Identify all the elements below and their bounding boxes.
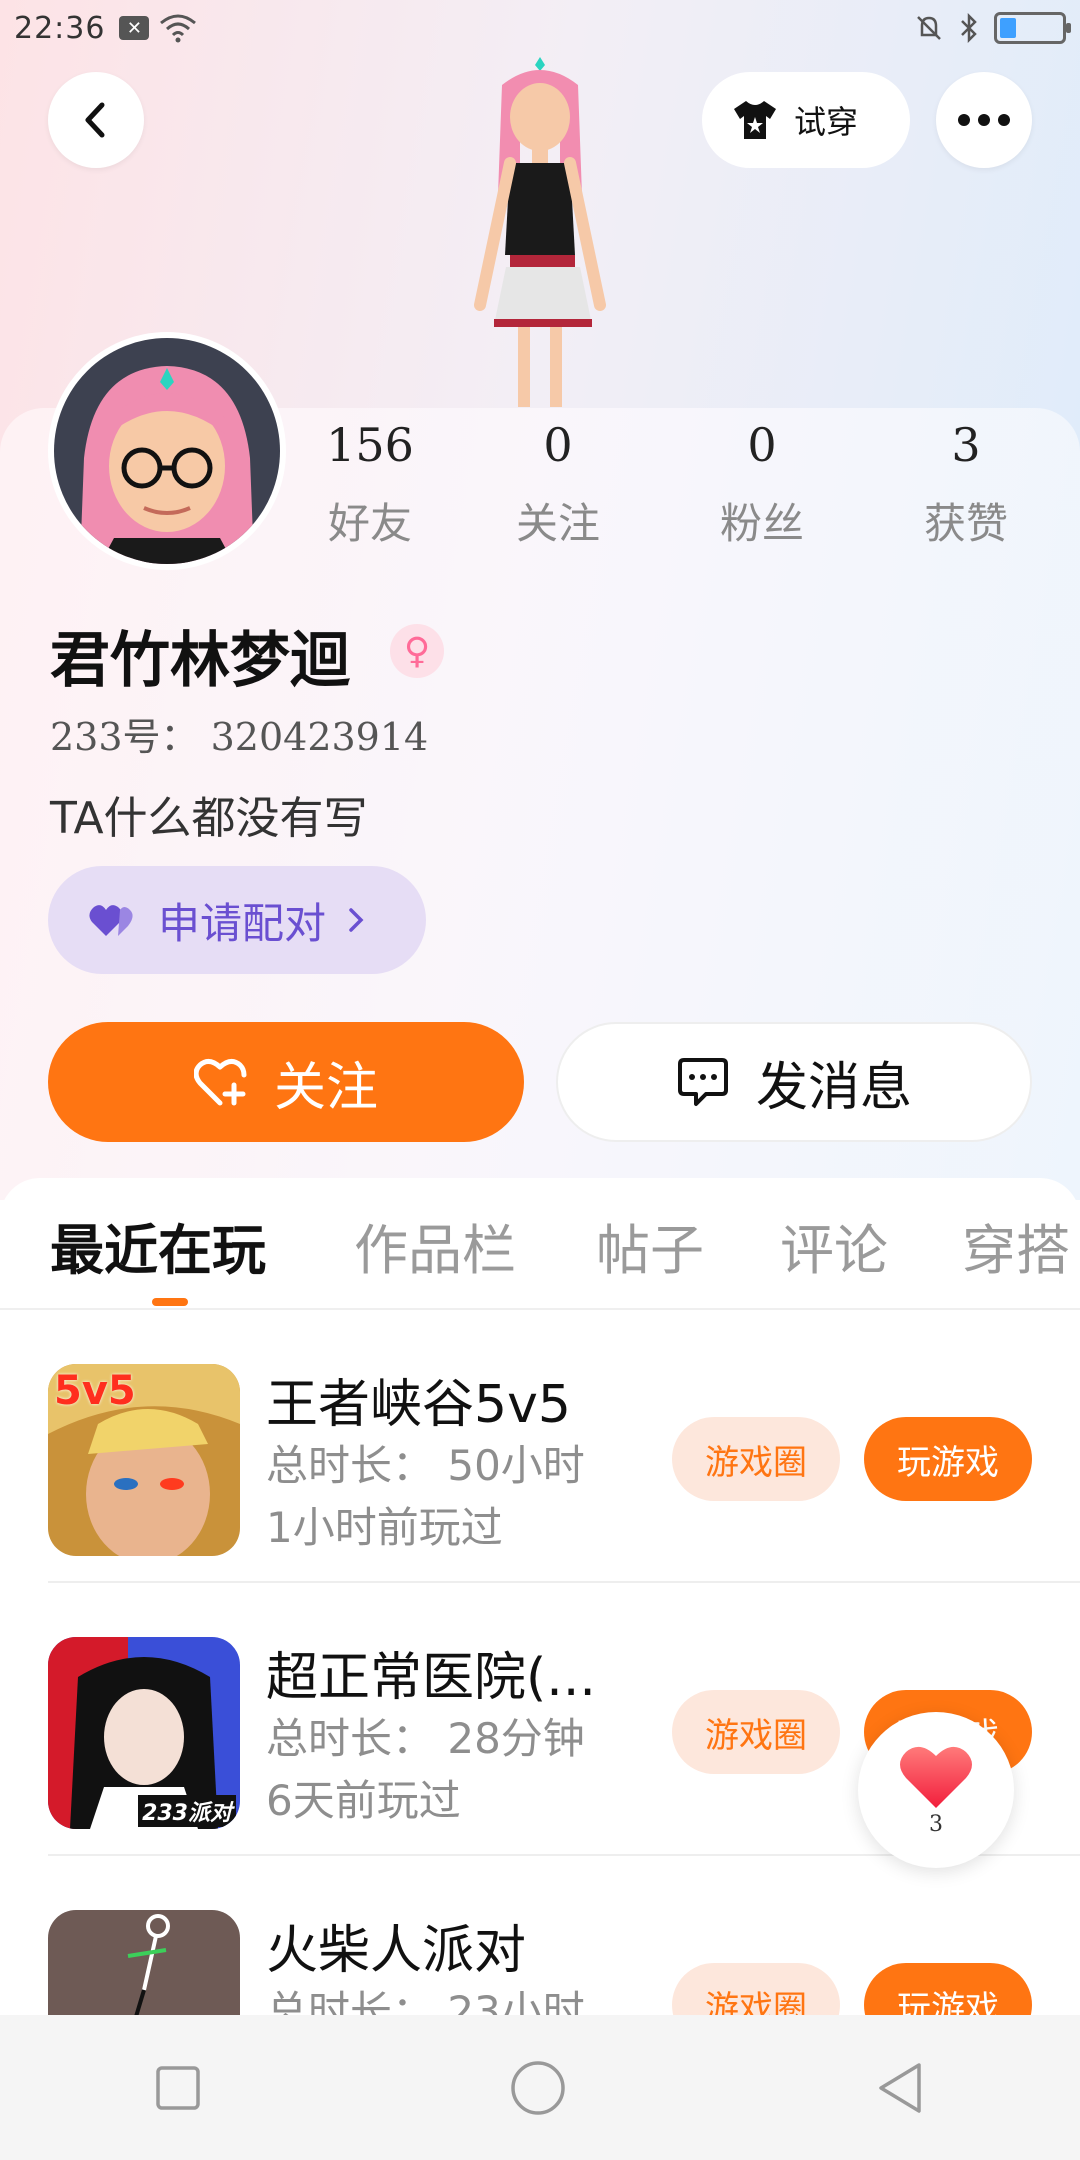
back-triangle-icon[interactable] [875, 2061, 925, 2115]
follow-button[interactable]: 关注 [48, 1022, 524, 1142]
game-icon-image: 5v5 [48, 1364, 240, 1556]
status-bar: 22:36 ✕ [0, 0, 1080, 56]
stat-number: 0 [543, 418, 573, 472]
chevron-right-icon [349, 908, 364, 932]
game-duration: 总时长： 50小时 [266, 1441, 585, 1490]
game-circle-button[interactable]: 游戏圈 [672, 1417, 840, 1501]
avatar-3d-figure [474, 57, 606, 407]
profile-tabs: 最近在玩 作品栏 帖子 评论 穿搭 [0, 1178, 1080, 1310]
game-icon-image: 233派对 [48, 1637, 240, 1829]
user-id: 233号： 320423914 [50, 715, 429, 759]
wifi-icon [160, 14, 197, 43]
tab-outfits[interactable]: 穿搭 [962, 1206, 1070, 1285]
female-gender-icon: ♀ [390, 624, 444, 678]
send-message-label: 发消息 [755, 1057, 912, 1118]
battery-icon [994, 12, 1071, 44]
list-item[interactable]: 5v5 王者峡谷5v5 总时长： 50小时 1小时前玩过 游戏圈 玩游戏 [0, 1310, 1080, 1583]
game-icon-image [48, 1910, 240, 2015]
play-game-button[interactable]: 玩游戏 [864, 1963, 1032, 2015]
stat-label: 关注 [515, 499, 600, 548]
apply-pair-button[interactable]: 申请配对 [48, 866, 426, 974]
game-title: 王者峡谷5v5 [266, 1375, 571, 1435]
tab-works[interactable]: 作品栏 [354, 1206, 516, 1285]
avatar[interactable] [48, 332, 286, 570]
tshirt-icon [734, 101, 776, 139]
stat-label: 粉丝 [719, 499, 804, 548]
recents-square-icon[interactable] [155, 2065, 201, 2111]
list-item[interactable]: 火柴人派对 总时长： 23小时 游戏圈 玩游戏 [0, 1856, 1080, 2015]
game-duration: 总时长： 23小时 [266, 1987, 585, 2015]
profile-stats: 156 好友 0 关注 0 粉丝 3 获赞 [300, 418, 1060, 568]
system-navigation-bar [0, 2015, 1080, 2160]
send-message-button[interactable]: 发消息 [556, 1022, 1032, 1142]
double-heart-icon [89, 905, 133, 936]
chat-bubble-icon [677, 1058, 728, 1106]
game-title: 火柴人派对 [266, 1921, 527, 1981]
game-title: 超正常医院(... [266, 1648, 596, 1708]
recent-games-list: 5v5 王者峡谷5v5 总时长： 50小时 1小时前玩过 游戏圈 玩游戏 233… [0, 1310, 1080, 2015]
stat-label: 好友 [327, 499, 412, 548]
game-duration: 总时长： 28分钟 [266, 1714, 585, 1763]
tab-recently-played[interactable]: 最近在玩 [50, 1206, 266, 1285]
stat-label: 获赞 [923, 499, 1008, 548]
like-count: 3 [929, 1811, 943, 1837]
stat-number: 156 [326, 418, 414, 472]
stat-likes[interactable]: 3 获赞 [896, 418, 1036, 551]
more-options-button[interactable] [936, 72, 1032, 168]
try-on-button[interactable]: 试穿 [702, 72, 910, 168]
bluetooth-icon [961, 13, 977, 43]
back-button[interactable] [48, 72, 144, 168]
game-last-played: 1小时前玩过 [266, 1503, 503, 1552]
game-icon-badge: 5v5 [54, 1368, 136, 1414]
stat-fans[interactable]: 0 粉丝 [692, 418, 832, 551]
follow-label: 关注 [273, 1057, 378, 1118]
stat-number: 3 [951, 418, 981, 472]
try-on-label: 试穿 [794, 103, 859, 141]
game-circle-button[interactable]: 游戏圈 [672, 1963, 840, 2015]
active-tab-indicator [152, 1298, 188, 1306]
game-circle-button[interactable]: 游戏圈 [672, 1690, 840, 1774]
tab-posts[interactable]: 帖子 [596, 1206, 704, 1285]
apply-pair-label: 申请配对 [158, 898, 327, 948]
status-time: 22:36 [14, 10, 106, 46]
stat-following[interactable]: 0 关注 [488, 418, 628, 551]
game-icon-badge: 233派对 [138, 1795, 236, 1827]
like-floating-button[interactable]: 3 [858, 1712, 1014, 1868]
notification-icon: ✕ [119, 16, 150, 40]
more-dots-icon [958, 114, 1010, 126]
profile-name: 君竹林梦迴 [50, 626, 350, 696]
profile-bio: TA什么都没有写 [50, 793, 368, 844]
heart-plus-icon [193, 1059, 247, 1106]
stat-friends[interactable]: 156 好友 [300, 418, 440, 551]
play-game-button[interactable]: 玩游戏 [864, 1417, 1032, 1501]
mute-bell-icon [917, 16, 941, 40]
chevron-left-icon [85, 102, 105, 138]
game-last-played: 6天前玩过 [266, 1776, 461, 1825]
avatar-portrait-image [54, 338, 280, 564]
heart-icon [900, 1746, 972, 1808]
stat-number: 0 [747, 418, 777, 472]
tab-comments[interactable]: 评论 [780, 1206, 888, 1285]
home-circle-icon[interactable] [510, 2060, 566, 2116]
